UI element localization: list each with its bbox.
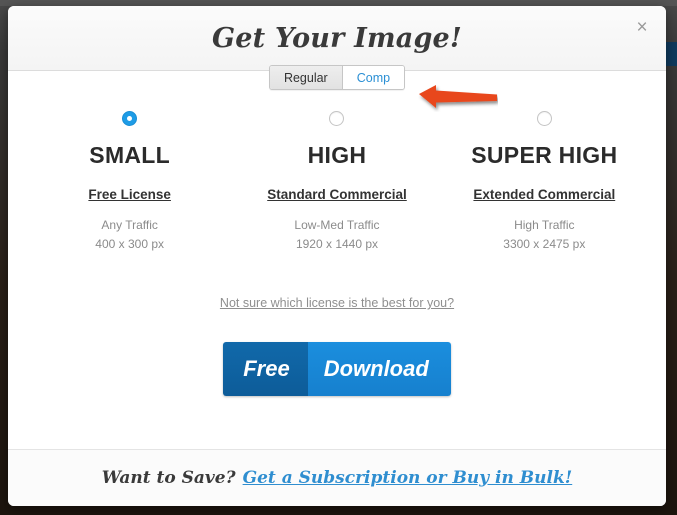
modal-header: Get Your Image! × [8,6,666,71]
tab-comp[interactable]: Comp [342,66,405,89]
option-traffic-label: High Traffic [514,218,575,232]
get-your-image-modal: Get Your Image! × Regular Comp SMALL Fre… [8,6,666,506]
option-license-link[interactable]: Extended Commercial [441,187,648,202]
option-high[interactable]: HIGH Standard Commercial Low-Med Traffic… [233,111,440,251]
option-super-high[interactable]: SUPER HIGH Extended Commercial High Traf… [441,111,648,251]
option-dimensions-label: 3300 x 2475 px [503,237,586,251]
help-link-row: Not sure which license is the best for y… [8,294,666,312]
download-button-free-label: Free [223,342,308,396]
license-options: SMALL Free License Any Traffic 400 x 300… [8,111,666,251]
close-icon[interactable]: × [632,18,652,38]
option-dimensions-label: 400 x 300 px [95,237,165,251]
radio-super-high[interactable] [536,111,552,126]
option-license-link[interactable]: Standard Commercial [233,187,440,202]
footer-text: Want to Save? [101,468,236,488]
download-row: Free Download [8,342,666,396]
page-title: Get Your Image! [212,22,462,54]
option-size-label: SMALL [89,142,171,168]
option-size-label: SUPER HIGH [471,142,618,168]
license-help-link[interactable]: Not sure which license is the best for y… [220,296,454,310]
option-traffic-label: Low-Med Traffic [294,218,380,232]
modal-footer: Want to Save? Get a Subscription or Buy … [8,449,666,506]
option-traffic-label: Any Traffic [101,218,158,232]
free-download-button[interactable]: Free Download [223,342,451,396]
modal-body: SMALL Free License Any Traffic 400 x 300… [8,71,666,449]
tab-bar: Regular Comp [8,65,666,90]
radio-high[interactable] [329,111,345,126]
option-dimensions-label: 1920 x 1440 px [295,237,379,251]
option-size-label: HIGH [307,142,367,168]
option-license-link[interactable]: Free License [26,187,233,202]
subscription-link[interactable]: Get a Subscription or Buy in Bulk! [243,468,573,488]
tab-regular[interactable]: Regular [269,66,343,89]
download-button-download-label: Download [307,342,451,396]
option-small[interactable]: SMALL Free License Any Traffic 400 x 300… [26,111,233,251]
radio-small[interactable] [122,111,138,126]
